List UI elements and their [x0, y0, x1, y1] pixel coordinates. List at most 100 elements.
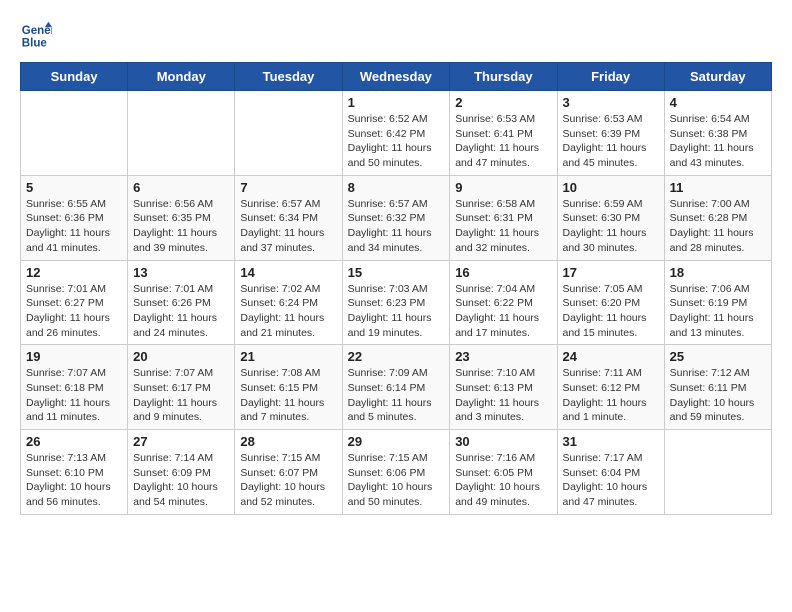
calendar-cell: 8 Sunrise: 6:57 AM Sunset: 6:32 PM Daylig…: [342, 175, 450, 260]
day-info: Sunrise: 7:13 AM Sunset: 6:10 PM Dayligh…: [26, 451, 122, 510]
day-number: 21: [240, 349, 336, 364]
calendar-cell: [664, 430, 771, 515]
calendar-cell: 29 Sunrise: 7:15 AM Sunset: 6:06 PM Dayli…: [342, 430, 450, 515]
calendar-cell: [21, 91, 128, 176]
day-number: 16: [455, 265, 551, 280]
calendar-cell: 2 Sunrise: 6:53 AM Sunset: 6:41 PM Daylig…: [450, 91, 557, 176]
day-number: 31: [563, 434, 659, 449]
calendar-cell: 25 Sunrise: 7:12 AM Sunset: 6:11 PM Dayli…: [664, 345, 771, 430]
day-number: 26: [26, 434, 122, 449]
calendar-cell: 19 Sunrise: 7:07 AM Sunset: 6:18 PM Dayli…: [21, 345, 128, 430]
day-info: Sunrise: 6:53 AM Sunset: 6:41 PM Dayligh…: [455, 112, 551, 171]
weekday-header-thursday: Thursday: [450, 63, 557, 91]
calendar-cell: 17 Sunrise: 7:05 AM Sunset: 6:20 PM Dayli…: [557, 260, 664, 345]
day-info: Sunrise: 7:01 AM Sunset: 6:26 PM Dayligh…: [133, 282, 229, 341]
day-info: Sunrise: 7:11 AM Sunset: 6:12 PM Dayligh…: [563, 366, 659, 425]
calendar-cell: 7 Sunrise: 6:57 AM Sunset: 6:34 PM Daylig…: [235, 175, 342, 260]
svg-text:Blue: Blue: [22, 38, 48, 50]
day-info: Sunrise: 6:54 AM Sunset: 6:38 PM Dayligh…: [670, 112, 766, 171]
calendar-cell: 10 Sunrise: 6:59 AM Sunset: 6:30 PM Dayli…: [557, 175, 664, 260]
calendar-cell: 12 Sunrise: 7:01 AM Sunset: 6:27 PM Dayli…: [21, 260, 128, 345]
day-info: Sunrise: 7:07 AM Sunset: 6:18 PM Dayligh…: [26, 366, 122, 425]
logo-icon: General Blue: [20, 20, 52, 52]
day-info: Sunrise: 7:17 AM Sunset: 6:04 PM Dayligh…: [563, 451, 659, 510]
day-info: Sunrise: 7:02 AM Sunset: 6:24 PM Dayligh…: [240, 282, 336, 341]
day-number: 11: [670, 180, 766, 195]
calendar-cell: 30 Sunrise: 7:16 AM Sunset: 6:05 PM Dayli…: [450, 430, 557, 515]
day-number: 30: [455, 434, 551, 449]
calendar-cell: 5 Sunrise: 6:55 AM Sunset: 6:36 PM Daylig…: [21, 175, 128, 260]
day-number: 20: [133, 349, 229, 364]
day-info: Sunrise: 7:16 AM Sunset: 6:05 PM Dayligh…: [455, 451, 551, 510]
day-number: 13: [133, 265, 229, 280]
weekday-header-saturday: Saturday: [664, 63, 771, 91]
calendar-cell: 27 Sunrise: 7:14 AM Sunset: 6:09 PM Dayli…: [128, 430, 235, 515]
day-info: Sunrise: 7:03 AM Sunset: 6:23 PM Dayligh…: [348, 282, 445, 341]
day-info: Sunrise: 6:58 AM Sunset: 6:31 PM Dayligh…: [455, 197, 551, 256]
day-info: Sunrise: 7:06 AM Sunset: 6:19 PM Dayligh…: [670, 282, 766, 341]
day-number: 24: [563, 349, 659, 364]
calendar-cell: 4 Sunrise: 6:54 AM Sunset: 6:38 PM Daylig…: [664, 91, 771, 176]
day-number: 2: [455, 95, 551, 110]
day-info: Sunrise: 7:07 AM Sunset: 6:17 PM Dayligh…: [133, 366, 229, 425]
day-info: Sunrise: 7:04 AM Sunset: 6:22 PM Dayligh…: [455, 282, 551, 341]
calendar-cell: 11Sunrise: 7:00 AM Sunset: 6:28 PM Dayli…: [664, 175, 771, 260]
day-info: Sunrise: 7:15 AM Sunset: 6:07 PM Dayligh…: [240, 451, 336, 510]
day-number: 18: [670, 265, 766, 280]
day-number: 17: [563, 265, 659, 280]
calendar-cell: 24 Sunrise: 7:11 AM Sunset: 6:12 PM Dayli…: [557, 345, 664, 430]
calendar-cell: [128, 91, 235, 176]
calendar-cell: 15 Sunrise: 7:03 AM Sunset: 6:23 PM Dayli…: [342, 260, 450, 345]
day-number: 5: [26, 180, 122, 195]
day-info: Sunrise: 6:52 AM Sunset: 6:42 PM Dayligh…: [348, 112, 445, 171]
calendar-cell: 22 Sunrise: 7:09 AM Sunset: 6:14 PM Dayli…: [342, 345, 450, 430]
day-info: Sunrise: 6:55 AM Sunset: 6:36 PM Dayligh…: [26, 197, 122, 256]
day-info: Sunrise: 6:57 AM Sunset: 6:32 PM Dayligh…: [348, 197, 445, 256]
day-number: 6: [133, 180, 229, 195]
day-info: Sunrise: 7:15 AM Sunset: 6:06 PM Dayligh…: [348, 451, 445, 510]
calendar-cell: 9 Sunrise: 6:58 AM Sunset: 6:31 PM Daylig…: [450, 175, 557, 260]
day-number: 8: [348, 180, 445, 195]
day-number: 25: [670, 349, 766, 364]
calendar-cell: 28 Sunrise: 7:15 AM Sunset: 6:07 PM Dayli…: [235, 430, 342, 515]
day-info: Sunrise: 7:05 AM Sunset: 6:20 PM Dayligh…: [563, 282, 659, 341]
day-info: Sunrise: 7:08 AM Sunset: 6:15 PM Dayligh…: [240, 366, 336, 425]
day-number: 29: [348, 434, 445, 449]
calendar-cell: 1Sunrise: 6:52 AM Sunset: 6:42 PM Daylig…: [342, 91, 450, 176]
page-header: General Blue: [20, 20, 772, 52]
day-number: 15: [348, 265, 445, 280]
weekday-header-monday: Monday: [128, 63, 235, 91]
day-info: Sunrise: 6:59 AM Sunset: 6:30 PM Dayligh…: [563, 197, 659, 256]
calendar-cell: 13 Sunrise: 7:01 AM Sunset: 6:26 PM Dayli…: [128, 260, 235, 345]
day-number: 7: [240, 180, 336, 195]
day-number: 12: [26, 265, 122, 280]
day-number: 9: [455, 180, 551, 195]
weekday-header-wednesday: Wednesday: [342, 63, 450, 91]
logo: General Blue: [20, 20, 56, 52]
day-info: Sunrise: 6:53 AM Sunset: 6:39 PM Dayligh…: [563, 112, 659, 171]
day-info: Sunrise: 7:01 AM Sunset: 6:27 PM Dayligh…: [26, 282, 122, 341]
calendar-cell: 14 Sunrise: 7:02 AM Sunset: 6:24 PM Dayli…: [235, 260, 342, 345]
day-info: Sunrise: 7:14 AM Sunset: 6:09 PM Dayligh…: [133, 451, 229, 510]
day-number: 28: [240, 434, 336, 449]
calendar-cell: [235, 91, 342, 176]
day-number: 10: [563, 180, 659, 195]
calendar-cell: 20 Sunrise: 7:07 AM Sunset: 6:17 PM Dayli…: [128, 345, 235, 430]
day-info: Sunrise: 7:12 AM Sunset: 6:11 PM Dayligh…: [670, 366, 766, 425]
day-number: 23: [455, 349, 551, 364]
day-number: 14: [240, 265, 336, 280]
day-info: Sunrise: 7:10 AM Sunset: 6:13 PM Dayligh…: [455, 366, 551, 425]
calendar-cell: 31 Sunrise: 7:17 AM Sunset: 6:04 PM Dayli…: [557, 430, 664, 515]
calendar-cell: 21 Sunrise: 7:08 AM Sunset: 6:15 PM Dayli…: [235, 345, 342, 430]
day-number: 4: [670, 95, 766, 110]
day-number: 27: [133, 434, 229, 449]
weekday-header-friday: Friday: [557, 63, 664, 91]
calendar-table: SundayMondayTuesdayWednesdayThursdayFrid…: [20, 62, 772, 515]
calendar-cell: 16 Sunrise: 7:04 AM Sunset: 6:22 PM Dayli…: [450, 260, 557, 345]
day-number: 3: [563, 95, 659, 110]
calendar-cell: 18 Sunrise: 7:06 AM Sunset: 6:19 PM Dayli…: [664, 260, 771, 345]
day-info: Sunrise: 7:09 AM Sunset: 6:14 PM Dayligh…: [348, 366, 445, 425]
day-number: 22: [348, 349, 445, 364]
day-number: 19: [26, 349, 122, 364]
day-info: Sunrise: 6:57 AM Sunset: 6:34 PM Dayligh…: [240, 197, 336, 256]
